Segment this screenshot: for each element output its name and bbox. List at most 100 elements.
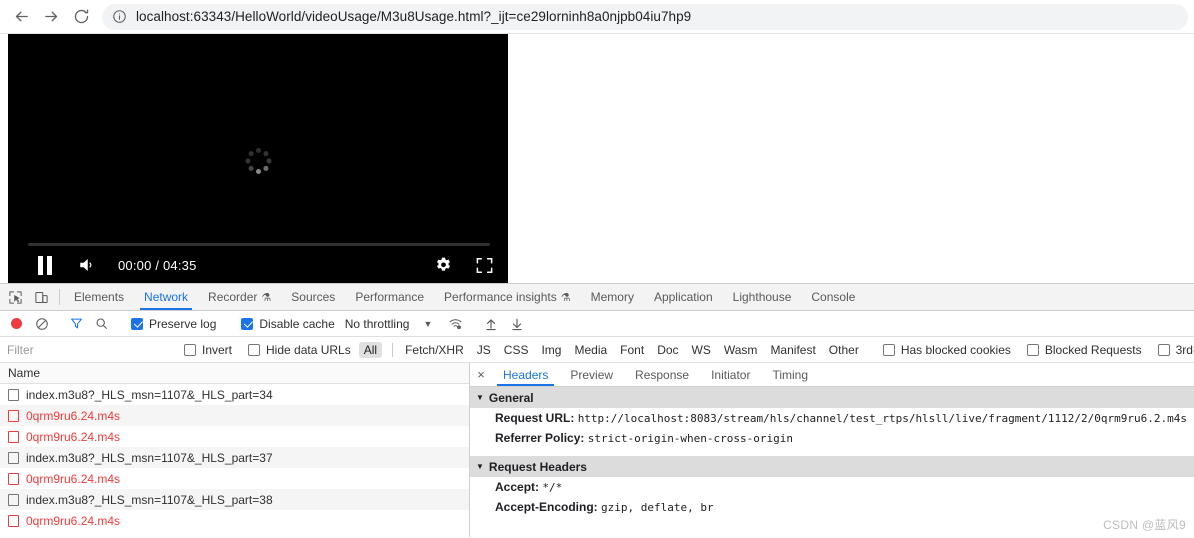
pause-button[interactable]: [38, 255, 52, 275]
device-toolbar-button[interactable]: [34, 290, 49, 305]
detail-tab-headers[interactable]: Headers: [492, 363, 559, 386]
tab-label: Memory: [590, 290, 634, 304]
has-blocked-cookies-checkbox[interactable]: Has blocked cookies: [882, 342, 1011, 357]
filter-input[interactable]: Filter: [0, 343, 168, 357]
filter-type-wasm[interactable]: Wasm: [719, 342, 763, 358]
tab-label: Sources: [291, 290, 336, 304]
tab-label: Network: [144, 290, 189, 304]
detail-tab-timing[interactable]: Timing: [761, 363, 819, 386]
blocked-requests-checkbox[interactable]: Blocked Requests: [1026, 343, 1142, 357]
request-headers-section-header[interactable]: ▼ Request Headers: [470, 456, 1194, 477]
document-icon: [8, 430, 19, 443]
request-name: index.m3u8?_HLS_msn=1107&_HLS_part=37: [26, 450, 273, 465]
chevron-down-icon[interactable]: ▼: [423, 319, 432, 329]
network-conditions-button[interactable]: [448, 317, 463, 331]
filter-button[interactable]: [70, 317, 83, 330]
filter-type-media[interactable]: Media: [569, 342, 612, 358]
devtools-tool-icons: [0, 284, 55, 310]
clear-button[interactable]: [35, 317, 49, 331]
checkbox-box: [241, 317, 254, 330]
network-filter-bar: Filter Invert Hide data URLs All Fetch/X…: [0, 337, 1194, 363]
close-icon[interactable]: ×: [470, 363, 492, 386]
tab-label: Performance insights: [444, 290, 557, 304]
search-button[interactable]: [95, 317, 108, 330]
table-row[interactable]: 0qrm9ru6.24.m4s: [0, 426, 469, 447]
table-row[interactable]: 0qrm9ru6.24.m4s: [0, 510, 469, 531]
browser-toolbar: localhost:63343/HelloWorld/videoUsage/M3…: [0, 0, 1194, 34]
section-title: Request Headers: [488, 459, 587, 474]
filter-divider: [392, 342, 394, 357]
export-har-button[interactable]: [510, 317, 524, 331]
tab-console[interactable]: Console: [801, 284, 865, 310]
tab-label: Lighthouse: [732, 290, 792, 304]
tab-network[interactable]: Network: [134, 284, 198, 310]
filter-type-ws[interactable]: WS: [687, 342, 716, 358]
preserve-log-checkbox[interactable]: Preserve log: [131, 317, 216, 331]
tab-memory[interactable]: Memory: [581, 284, 644, 310]
filter-type-doc[interactable]: Doc: [652, 342, 683, 358]
tab-label: Headers: [503, 367, 549, 382]
reload-button[interactable]: [66, 3, 96, 31]
invert-checkbox[interactable]: Invert: [184, 343, 232, 357]
request-name: 0qrm9ru6.24.m4s: [26, 471, 121, 486]
general-section-header[interactable]: ▼ General: [470, 387, 1194, 408]
third-party-requests-checkbox[interactable]: 3rd-party requests: [1157, 343, 1194, 357]
tab-performance[interactable]: Performance: [345, 284, 434, 310]
import-har-button[interactable]: [484, 317, 498, 331]
hide-data-urls-checkbox[interactable]: Hide data URLs: [248, 343, 351, 357]
pause-icon: [38, 255, 52, 275]
filter-type-manifest[interactable]: Manifest: [765, 342, 820, 358]
tab-sources[interactable]: Sources: [281, 284, 345, 310]
table-row[interactable]: 0qrm9ru6.24.m4s: [0, 468, 469, 489]
detail-tab-preview[interactable]: Preview: [559, 363, 624, 386]
table-row[interactable]: index.m3u8?_HLS_msn=1107&_HLS_part=38: [0, 489, 469, 510]
filter-type-fetch-xhr[interactable]: Fetch/XHR: [400, 342, 469, 358]
section-title: General: [488, 390, 534, 405]
tab-application[interactable]: Application: [644, 284, 723, 310]
filter-type-all[interactable]: All: [358, 341, 383, 358]
tab-lighthouse[interactable]: Lighthouse: [723, 284, 802, 310]
site-info-icon[interactable]: [112, 9, 127, 24]
table-row[interactable]: index.m3u8?_HLS_msn=1107&_HLS_part=34: [0, 384, 469, 405]
tab-label: Application: [653, 290, 713, 304]
header-row: Accept: */*: [470, 477, 1194, 497]
document-icon: [8, 388, 19, 401]
request-list-header[interactable]: Name: [0, 363, 469, 384]
tab-elements[interactable]: Elements: [64, 284, 134, 310]
filter-type-other[interactable]: Other: [824, 342, 864, 358]
request-name: 0qrm9ru6.24.m4s: [26, 429, 121, 444]
volume-button[interactable]: [77, 256, 97, 274]
filter-type-css[interactable]: CSS: [499, 342, 534, 358]
address-bar[interactable]: localhost:63343/HelloWorld/videoUsage/M3…: [102, 3, 1188, 30]
preserve-log-label: Preserve log: [149, 316, 217, 331]
settings-button[interactable]: [434, 256, 453, 275]
filter-type-js[interactable]: JS: [472, 342, 496, 358]
detail-tab-initiator[interactable]: Initiator: [700, 363, 761, 386]
header-key: Request URL:: [495, 411, 575, 425]
disable-cache-checkbox[interactable]: Disable cache: [241, 317, 335, 331]
header-key: Referrer Policy:: [495, 431, 585, 445]
detail-tab-response[interactable]: Response: [624, 363, 700, 386]
table-row[interactable]: index.m3u8?_HLS_msn=1107&_HLS_part=37: [0, 447, 469, 468]
document-icon: [8, 409, 19, 422]
video-player[interactable]: 00:00 / 04:35: [8, 34, 508, 283]
invert-label: Invert: [202, 342, 233, 357]
wifi-gear-icon: [449, 318, 462, 329]
forward-button[interactable]: [36, 3, 66, 31]
tab-label: Recorder: [208, 290, 258, 304]
tab-label: Preview: [570, 367, 614, 382]
filter-type-img[interactable]: Img: [536, 342, 566, 358]
has-blocked-cookies-label: Has blocked cookies: [900, 342, 1011, 357]
header-key: Accept-Encoding:: [495, 500, 598, 514]
back-button[interactable]: [6, 3, 36, 31]
tab-recorder[interactable]: Recorder ⚗: [198, 284, 281, 310]
inspect-element-button[interactable]: [8, 290, 23, 305]
table-row[interactable]: 0qrm9ru6.24.m4s: [0, 405, 469, 426]
tab-label: Initiator: [711, 367, 751, 382]
request-list: Name index.m3u8?_HLS_msn=1107&_HLS_part=…: [0, 363, 470, 537]
filter-type-font[interactable]: Font: [615, 342, 649, 358]
throttling-select[interactable]: No throttling: [345, 317, 410, 331]
tab-performance-insights[interactable]: Performance insights ⚗: [434, 284, 581, 310]
fullscreen-button[interactable]: [475, 256, 494, 275]
record-button[interactable]: [11, 318, 22, 329]
